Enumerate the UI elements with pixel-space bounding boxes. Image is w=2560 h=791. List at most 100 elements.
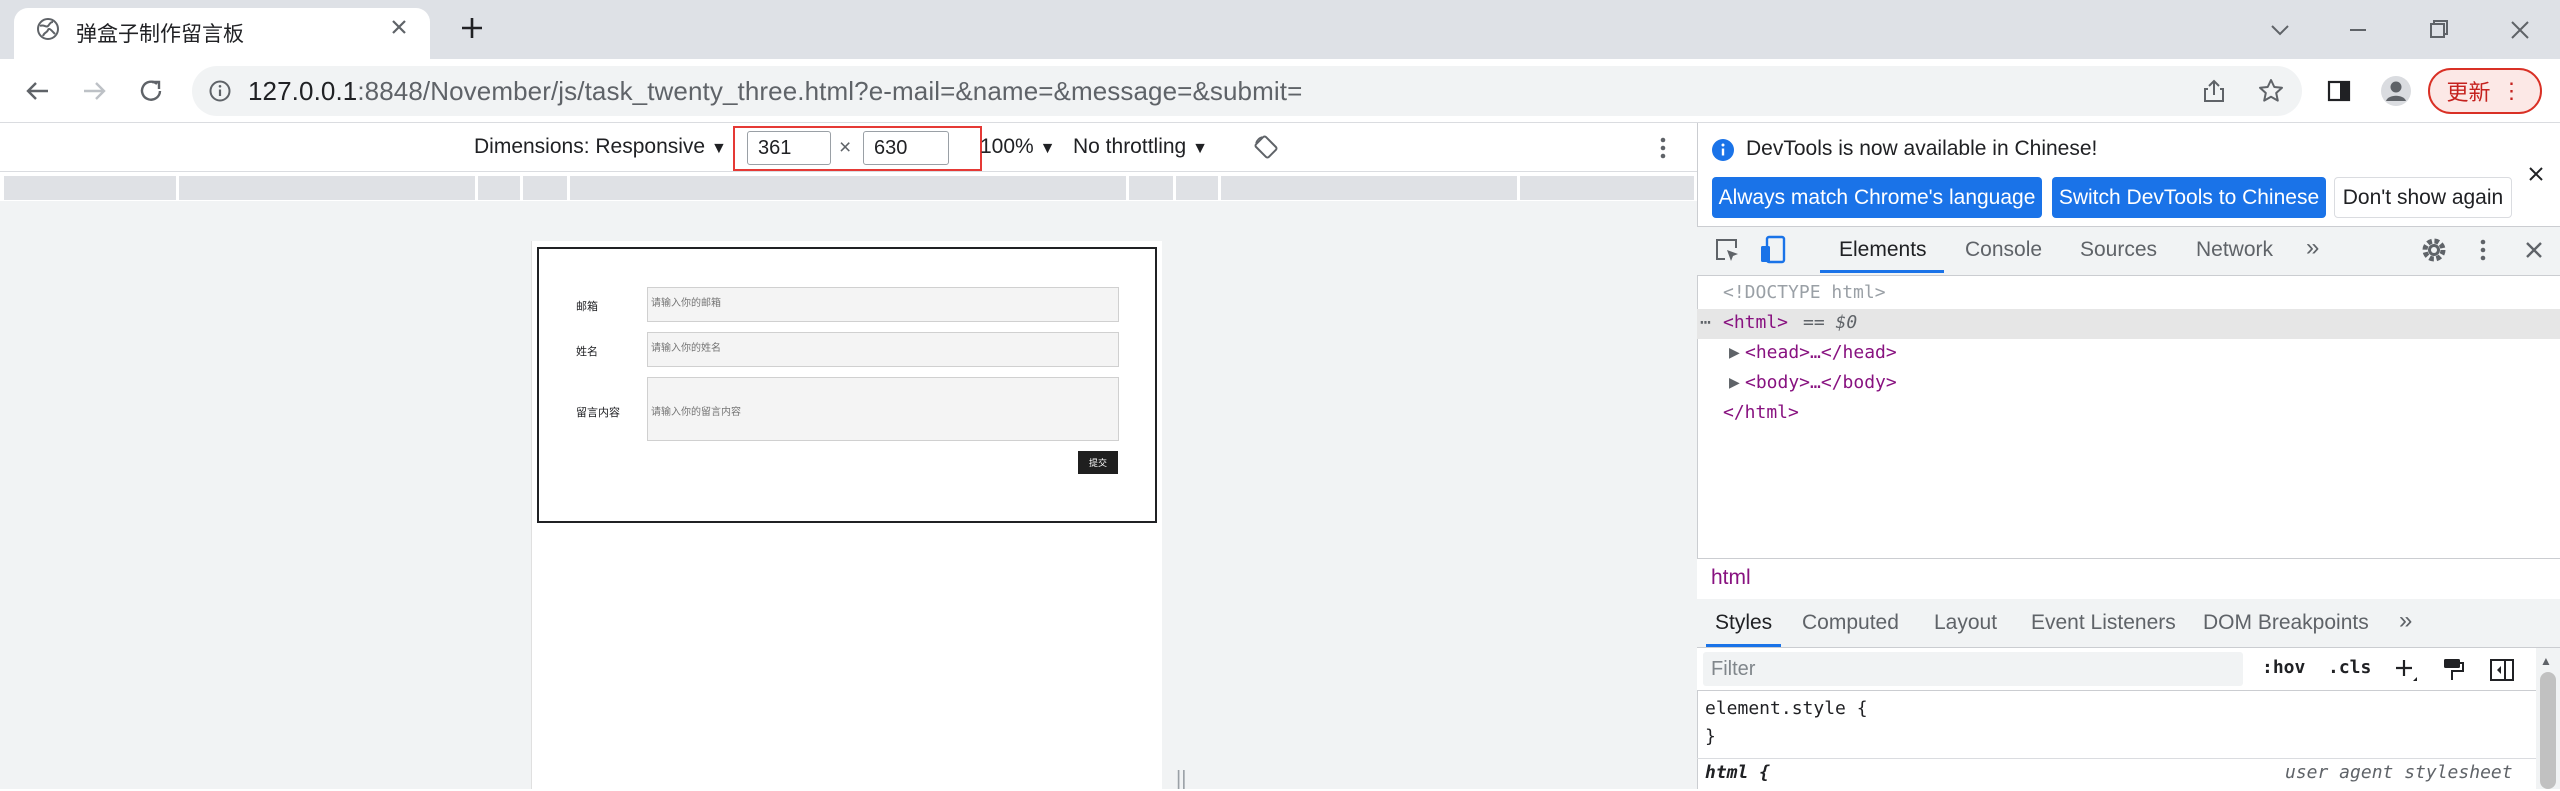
side-panel-icon[interactable] (2326, 78, 2352, 104)
infobar-close-icon[interactable] (2526, 164, 2546, 184)
forward-arrow-icon[interactable] (80, 76, 110, 106)
profile-avatar-icon[interactable] (2380, 75, 2412, 107)
url-text[interactable]: 127.0.0.1:8848/November/js/task_twenty_t… (248, 76, 1302, 107)
zoom-dropdown[interactable]: 100% ▼ (980, 135, 1055, 159)
ruler-segment[interactable] (478, 176, 520, 200)
hover-state-toggle[interactable]: :hov (2262, 657, 2305, 678)
dropdown-arrow-icon: ▼ (1039, 140, 1056, 157)
new-tab-icon[interactable] (458, 14, 486, 42)
dom-html-open[interactable]: <html> (1723, 312, 1788, 333)
class-toggle[interactable]: .cls (2328, 657, 2371, 678)
email-label: 邮箱 (576, 301, 598, 313)
dropdown-arrow-icon: ▼ (710, 140, 727, 157)
always-match-language-button[interactable]: Always match Chrome's language (1712, 177, 2042, 218)
times-sign: × (839, 136, 852, 159)
language-info-text: DevTools is now available in Chinese! (1746, 137, 2098, 160)
paint-brush-icon[interactable] (2440, 656, 2466, 682)
tab-dom-breakpoints[interactable]: DOM Breakpoints (2203, 611, 2369, 635)
url-path: :8848/November/js/task_twenty_three.html… (357, 76, 1303, 106)
expand-arrow-icon[interactable]: ▶ (1729, 374, 1740, 391)
site-info-icon[interactable] (208, 79, 232, 103)
tab-layout[interactable]: Layout (1934, 611, 1997, 635)
dom-ellipsis-icon: ⋯ (1700, 312, 1711, 333)
styles-scrollbar-thumb[interactable] (2540, 672, 2556, 789)
settings-gear-icon[interactable] (2420, 236, 2448, 264)
throttling-value: No throttling (1073, 135, 1187, 158)
tab-sources[interactable]: Sources (2080, 238, 2157, 262)
update-button[interactable]: 更新 ⋮ (2428, 68, 2542, 114)
expand-arrow-icon[interactable]: ▶ (1729, 344, 1740, 361)
more-tabs-chevron-icon[interactable]: » (2306, 234, 2319, 262)
more-vert-icon: ⋮ (2500, 78, 2524, 103)
height-input[interactable]: 630 (863, 131, 949, 165)
devtools-close-icon[interactable] (2522, 238, 2546, 262)
inspect-element-icon[interactable] (1712, 235, 1742, 265)
styles-filter-input[interactable]: Filter (1703, 652, 2243, 686)
submit-button[interactable]: 提交 (1078, 451, 1118, 474)
tab-computed[interactable]: Computed (1802, 611, 1899, 635)
reload-icon[interactable] (136, 76, 166, 106)
tab-styles[interactable]: Styles (1715, 611, 1772, 635)
ruler-segment[interactable] (570, 176, 1126, 200)
dropdown-arrow-icon: ▼ (1192, 140, 1208, 157)
device-toggle-icon[interactable] (1758, 234, 1790, 266)
active-tab-indicator (1820, 270, 1944, 273)
ruler-segment[interactable] (1176, 176, 1218, 200)
rotate-icon[interactable] (1252, 133, 1280, 161)
breadcrumb-html[interactable]: html (1711, 566, 1751, 590)
ruler-segment[interactable] (179, 176, 475, 200)
restore-icon[interactable] (2418, 10, 2458, 50)
name-input[interactable]: 请输入你的姓名 (647, 332, 1119, 367)
devtools-more-icon[interactable] (2476, 236, 2490, 264)
dimensions-dropdown[interactable]: Dimensions: Responsive ▼ (474, 135, 727, 159)
html-rule-selector[interactable]: html { (1705, 762, 1770, 783)
tab-network[interactable]: Network (2196, 238, 2273, 262)
toggle-sidebar-icon[interactable] (2488, 656, 2516, 684)
more-styles-tabs-chevron-icon[interactable]: » (2399, 607, 2412, 635)
update-label: 更新 (2446, 80, 2491, 105)
dont-show-again-button[interactable]: Don't show again (2334, 177, 2512, 218)
scroll-up-arrow-icon[interactable]: ▲ (2540, 654, 2552, 668)
dom-head[interactable]: <head>…</head> (1745, 342, 1897, 363)
email-input[interactable]: 请输入你的邮箱 (647, 287, 1119, 322)
zoom-value: 100% (980, 135, 1034, 158)
window-close-icon[interactable] (2500, 10, 2540, 50)
ruler-segment[interactable] (1129, 176, 1173, 200)
share-icon[interactable] (2200, 77, 2228, 105)
message-textarea[interactable]: 请输入你的留言内容 (647, 377, 1119, 441)
dom-selected-marker: == $0 (1803, 312, 1858, 333)
message-label: 留言内容 (576, 407, 620, 419)
width-input[interactable]: 361 (747, 131, 831, 165)
tab-event-listeners[interactable]: Event Listeners (2031, 611, 2176, 635)
switch-to-chinese-button[interactable]: Switch DevTools to Chinese (2052, 177, 2326, 218)
info-icon (1711, 138, 1735, 162)
back-arrow-icon[interactable] (22, 76, 52, 106)
tab-console[interactable]: Console (1965, 238, 2042, 262)
tab-title: 弹盒子制作留言板 (76, 23, 244, 46)
bookmark-star-icon[interactable] (2257, 77, 2285, 105)
ruler-segment[interactable] (1520, 176, 1694, 200)
ruler-segment[interactable] (1221, 176, 1517, 200)
ruler-segment[interactable] (4, 176, 176, 200)
dom-doctype[interactable]: <!DOCTYPE html> (1723, 282, 1886, 303)
breadcrumb (1697, 558, 2560, 600)
element-style-selector[interactable]: element.style { (1705, 698, 1868, 719)
globe-icon (36, 17, 60, 41)
name-label: 姓名 (576, 346, 598, 358)
dom-html-close[interactable]: </html> (1723, 402, 1799, 423)
tab-elements[interactable]: Elements (1839, 238, 1927, 262)
active-styles-tab-indicator (1706, 644, 1781, 647)
ruler-segment[interactable] (523, 176, 567, 200)
device-side-gutter (1162, 241, 1198, 789)
minimize-icon[interactable] (2338, 10, 2378, 50)
throttling-dropdown[interactable]: No throttling ▼ (1073, 135, 1208, 159)
tab-close-icon[interactable] (388, 16, 410, 38)
element-style-close: } (1705, 726, 1716, 747)
device-more-icon[interactable] (1656, 134, 1670, 162)
dom-body[interactable]: <body>…</body> (1745, 372, 1897, 393)
html-rule-source: user agent stylesheet (2285, 762, 2513, 783)
new-style-rule-icon[interactable] (2392, 656, 2420, 684)
tab-search-chevron-icon[interactable] (2260, 10, 2300, 50)
url-host: 127.0.0.1 (248, 76, 358, 106)
resize-handle-icon[interactable]: || (1176, 768, 1186, 791)
